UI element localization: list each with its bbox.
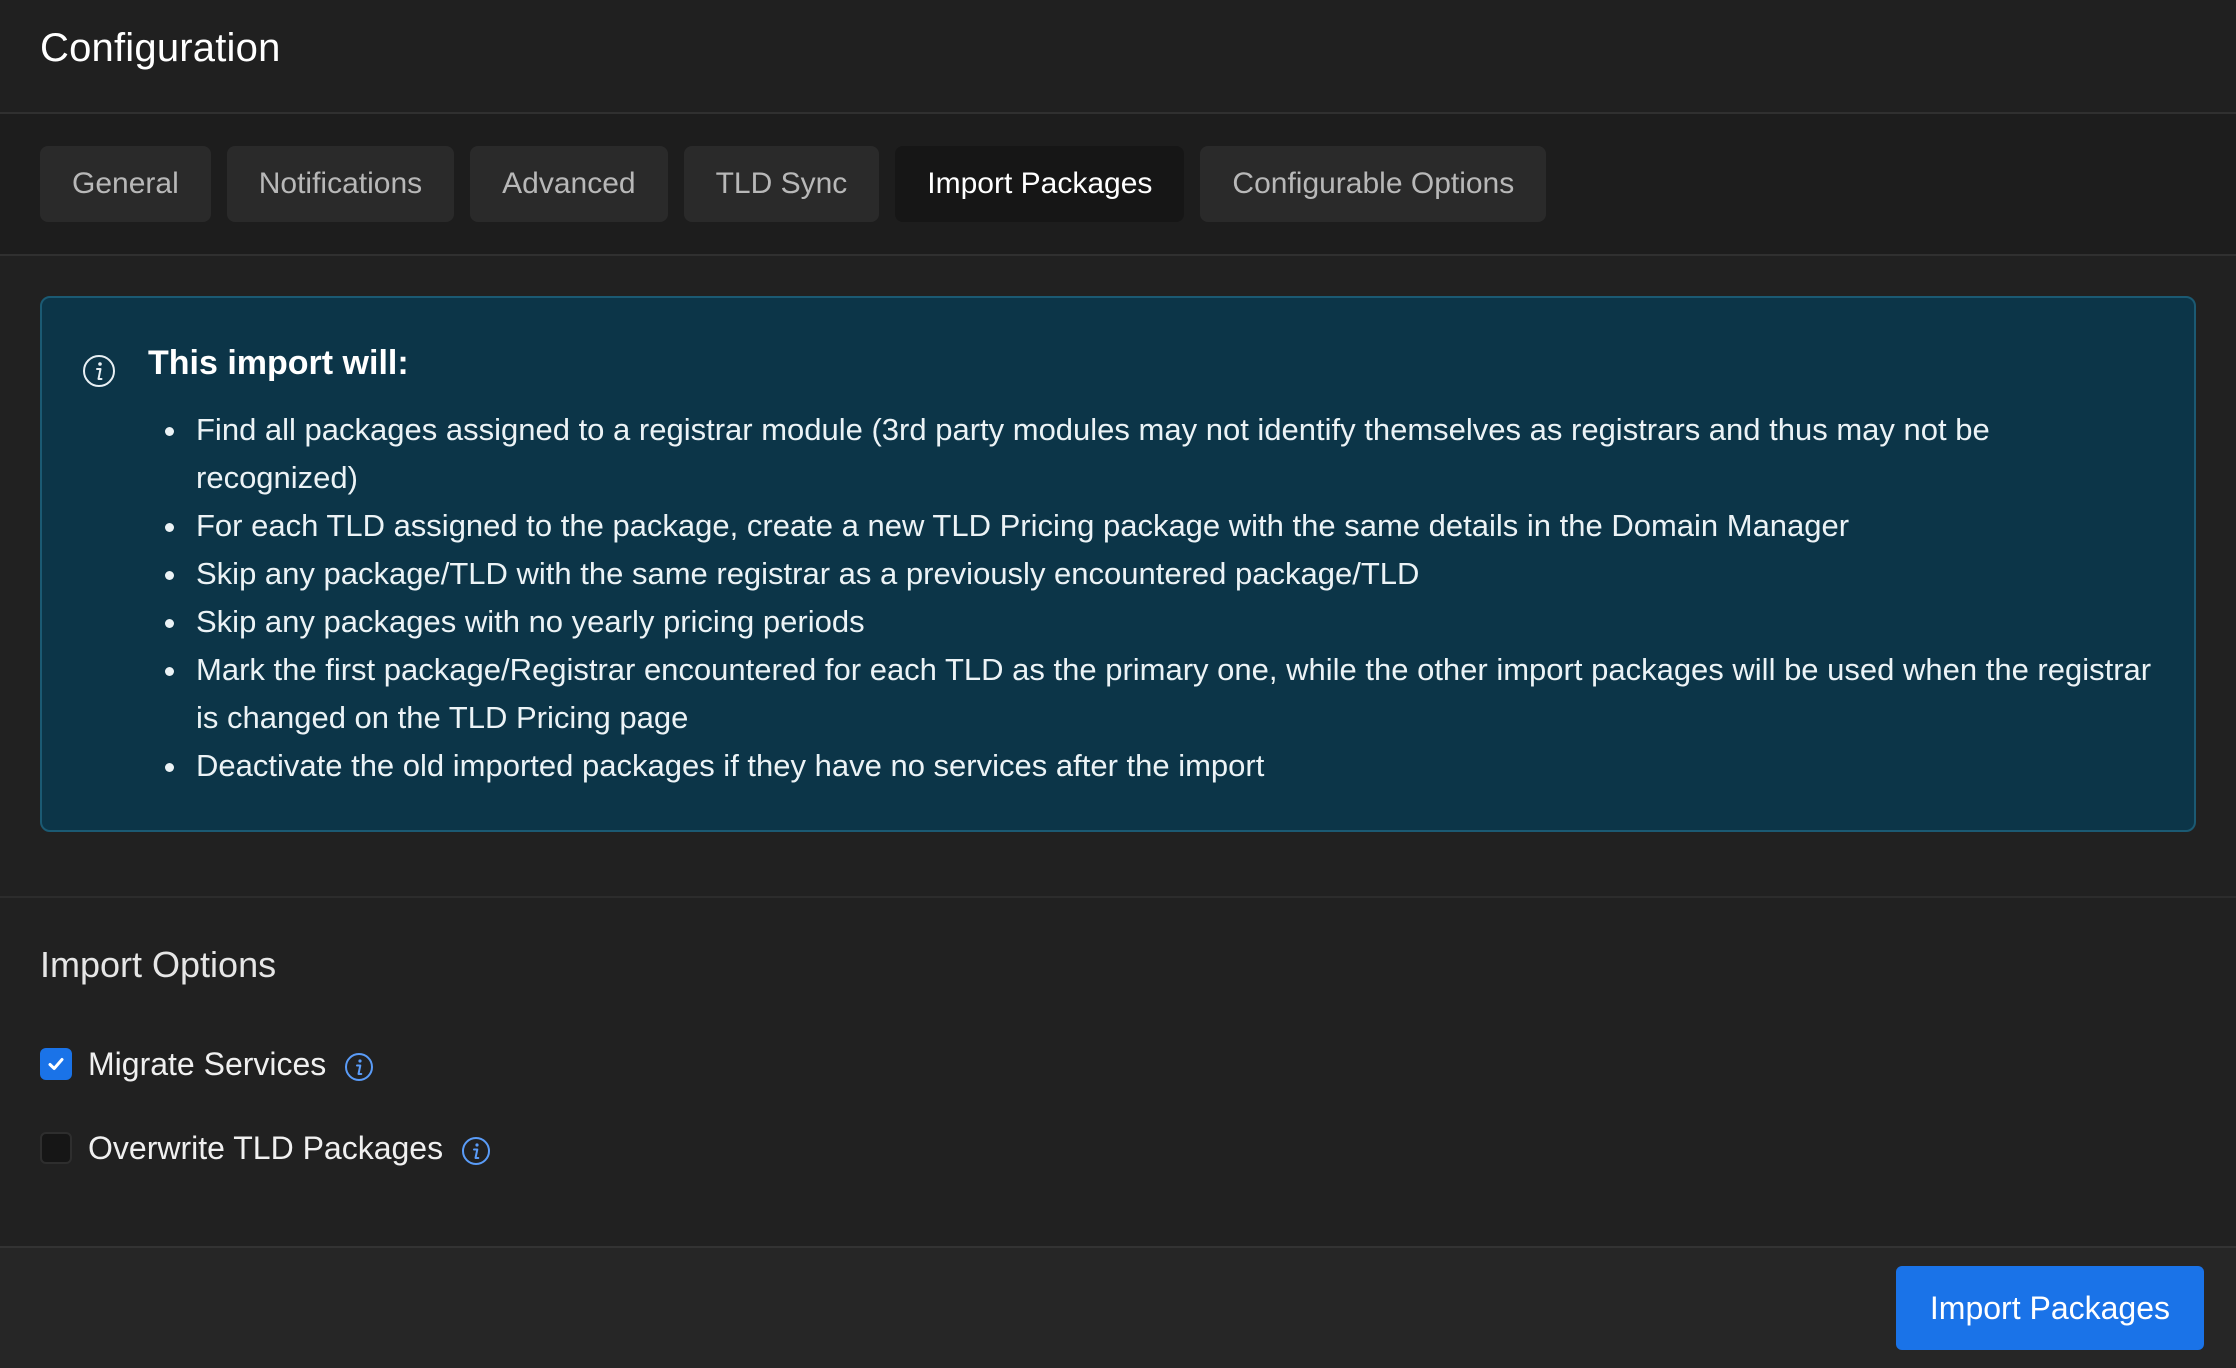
list-item: Mark the first package/Registrar encount… (190, 646, 2158, 742)
footer-bar: Import Packages (0, 1246, 2236, 1368)
info-icon[interactable] (461, 1136, 491, 1166)
tab-import-packages[interactable]: Import Packages (895, 146, 1185, 222)
overwrite-tld-packages-option: Overwrite TLD Packages (40, 1126, 491, 1170)
tab-list: General Notifications Advanced TLD Sync … (40, 146, 1547, 222)
import-options-heading: Import Options (40, 944, 277, 985)
tab-advanced[interactable]: Advanced (470, 146, 668, 222)
info-icon[interactable] (344, 1052, 374, 1082)
tab-bar: General Notifications Advanced TLD Sync … (0, 114, 2236, 256)
page-header: Configuration (0, 0, 2236, 114)
info-title: This import will: (148, 344, 409, 382)
migrate-services-label[interactable]: Migrate Services (88, 1046, 326, 1083)
list-item: Skip any package/TLD with the same regis… (190, 550, 2158, 598)
import-packages-button[interactable]: Import Packages (1895, 1266, 2204, 1350)
list-item: Skip any packages with no yearly pricing… (190, 598, 2158, 646)
tab-notifications[interactable]: Notifications (226, 146, 455, 222)
list-item: Find all packages assigned to a registra… (190, 406, 2158, 502)
info-list: Find all packages assigned to a registra… (148, 406, 2158, 790)
list-item: Deactivate the old imported packages if … (190, 742, 2158, 790)
info-icon (83, 355, 115, 387)
overwrite-tld-packages-label[interactable]: Overwrite TLD Packages (88, 1130, 443, 1167)
migrate-services-checkbox[interactable] (40, 1048, 72, 1080)
page-title: Configuration (40, 26, 281, 70)
section-divider (0, 896, 2236, 898)
list-item: For each TLD assigned to the package, cr… (190, 502, 2158, 550)
tab-tld-sync[interactable]: TLD Sync (683, 146, 880, 222)
tab-configurable-options[interactable]: Configurable Options (1200, 146, 1547, 222)
tab-general[interactable]: General (40, 146, 211, 222)
checkmark-icon (48, 1058, 64, 1070)
migrate-services-option: Migrate Services (40, 1042, 374, 1086)
info-alert: This import will: Find all packages assi… (40, 296, 2196, 832)
overwrite-tld-packages-checkbox[interactable] (40, 1132, 72, 1164)
